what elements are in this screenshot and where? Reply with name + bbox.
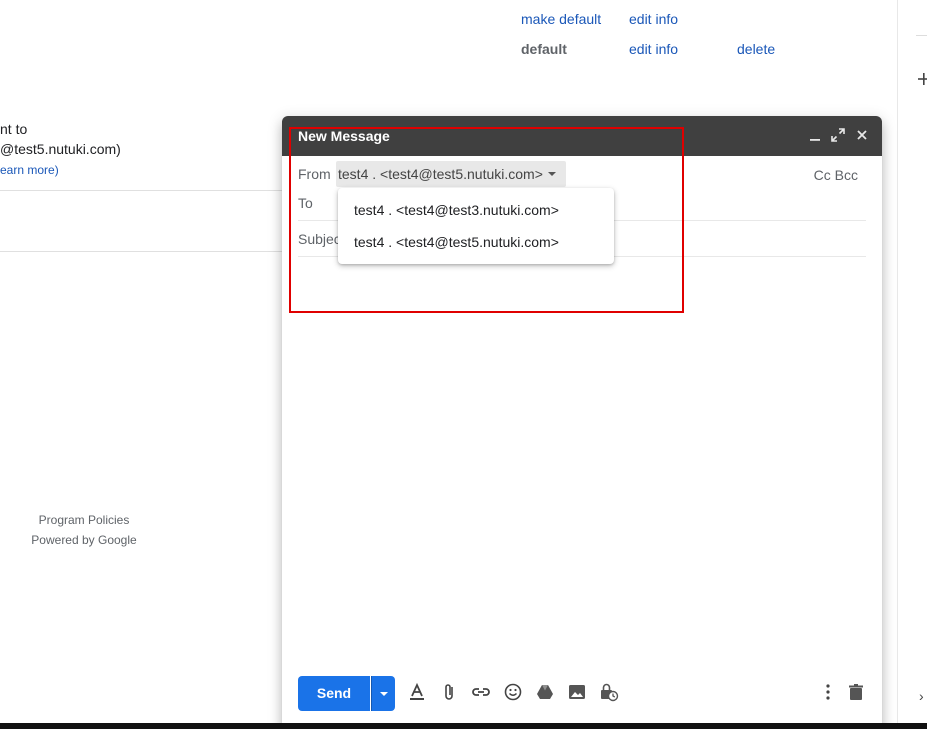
divider [0, 190, 282, 191]
divider [0, 251, 282, 252]
message-body[interactable] [298, 261, 866, 661]
from-label: From [298, 166, 331, 182]
delete-link[interactable]: delete [737, 41, 775, 57]
link-icon[interactable] [471, 682, 491, 702]
from-select[interactable]: test4 . <test4@test5.nutuki.com> [336, 161, 566, 187]
send-mail-text-partial: nt to [0, 121, 28, 137]
from-option-test3[interactable]: test4 . <test4@test3.nutuki.com> [354, 202, 559, 218]
photo-icon[interactable] [567, 682, 587, 702]
divider [916, 35, 927, 36]
cc-bcc-link[interactable]: Cc Bcc [814, 167, 858, 183]
side-panel [897, 0, 927, 729]
send-mail-address-partial: @test5.nutuki.com) [0, 141, 121, 157]
confidential-mode-icon[interactable] [599, 682, 619, 702]
emoji-icon[interactable] [503, 682, 523, 702]
attach-icon[interactable] [440, 682, 460, 702]
compose-header[interactable]: New Message [282, 116, 882, 156]
edit-info-link-1[interactable]: edit info [629, 11, 678, 27]
from-dropdown-menu: test4 . <test4@test3.nutuki.com> test4 .… [338, 188, 614, 264]
drive-icon[interactable] [535, 682, 555, 702]
compose-title: New Message [298, 128, 390, 144]
fullscreen-icon[interactable] [831, 128, 845, 142]
send-button[interactable]: Send [298, 676, 370, 711]
default-label: default [521, 41, 567, 57]
more-options-icon[interactable] [818, 682, 838, 702]
send-options-button[interactable] [371, 676, 395, 711]
make-default-link[interactable]: make default [521, 11, 601, 27]
add-icon[interactable] [918, 72, 927, 86]
taskbar-edge [0, 723, 927, 729]
close-icon[interactable] [855, 128, 869, 142]
minimize-icon[interactable] [808, 128, 822, 142]
learn-more-link[interactable]: earn more) [0, 163, 59, 177]
powered-by-google: Powered by Google [31, 533, 137, 547]
from-selected-value: test4 . <test4@test5.nutuki.com> [338, 166, 543, 182]
formatting-icon[interactable] [407, 682, 427, 702]
gmail-page: make default edit info default edit info… [0, 0, 927, 729]
chevron-down-icon [380, 692, 388, 696]
compose-window: New Message From test4 . <test4@test5.nu… [282, 116, 882, 729]
chevron-right-icon[interactable]: › [919, 688, 924, 704]
edit-info-link-2[interactable]: edit info [629, 41, 678, 57]
trash-icon[interactable] [846, 682, 866, 702]
program-policies-link[interactable]: Program Policies [0, 513, 168, 527]
chevron-down-icon [548, 172, 556, 176]
to-label[interactable]: To [298, 195, 313, 211]
from-option-test5[interactable]: test4 . <test4@test5.nutuki.com> [354, 234, 559, 250]
